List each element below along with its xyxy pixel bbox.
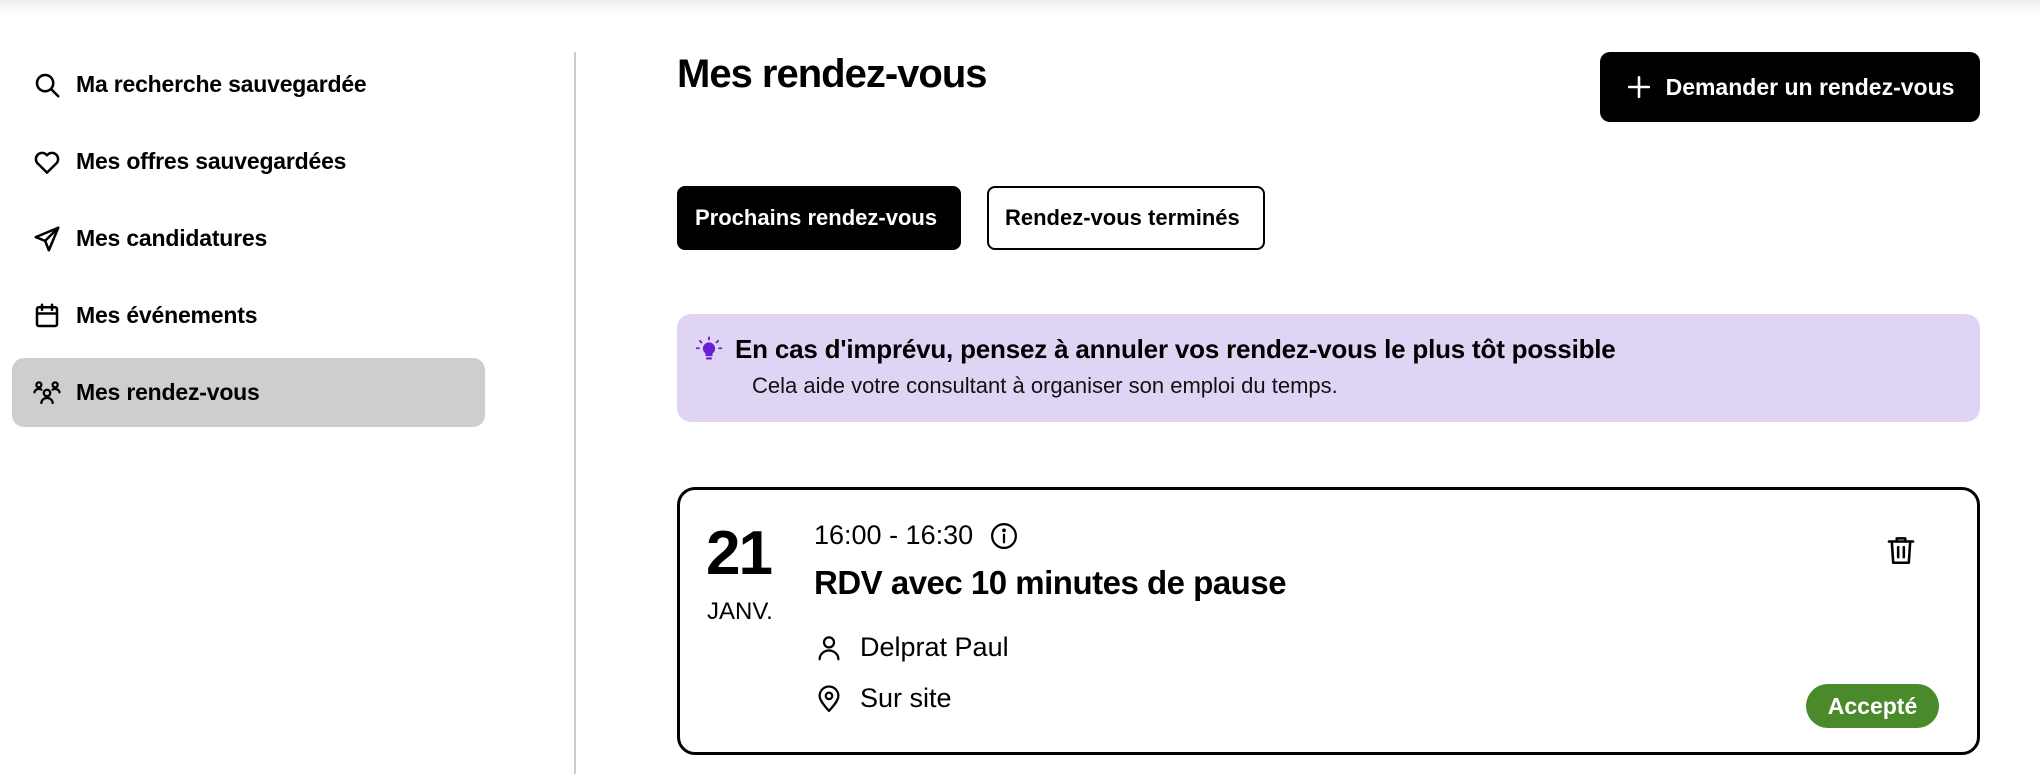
sidebar-item-label: Ma recherche sauvegardée (76, 71, 367, 97)
search-icon (32, 70, 62, 100)
calendar-icon (32, 301, 62, 331)
banner-text: Cela aide votre consultant à organiser s… (752, 373, 1338, 398)
info-icon[interactable] (989, 521, 1019, 551)
appointment-card[interactable]: 21 JANV. 16:00 - 16:30 RDV avec 10 minut… (677, 487, 1980, 755)
appointment-time-row: 16:00 - 16:30 (814, 520, 1019, 551)
sidebar-item-events[interactable]: Mes événements (12, 281, 485, 350)
sidebar: Ma recherche sauvegardée Mes offres sauv… (12, 50, 485, 435)
appointment-tabs: Prochains rendez-vous Rendez-vous termin… (677, 186, 1291, 250)
delete-appointment-button[interactable] (1881, 530, 1921, 570)
sidebar-item-saved-offers[interactable]: Mes offres sauvegardées (12, 127, 485, 196)
sidebar-item-applications[interactable]: Mes candidatures (12, 204, 485, 273)
appointment-month: JANV. (707, 598, 773, 625)
tab-completed[interactable]: Rendez-vous terminés (987, 186, 1265, 250)
sidebar-item-appointments[interactable]: Mes rendez-vous (12, 358, 485, 427)
status-badge: Accepté (1806, 684, 1939, 728)
sidebar-item-label: Mes événements (76, 302, 258, 328)
appointment-title: RDV avec 10 minutes de pause (814, 564, 1287, 601)
page-title: Mes rendez-vous (677, 52, 988, 96)
request-appointment-button[interactable]: Demander un rendez-vous (1600, 52, 1980, 122)
sidebar-item-label: Mes rendez-vous (76, 379, 260, 405)
heart-icon (32, 147, 62, 177)
banner-title: En cas d'imprévu, pensez à annuler vos r… (735, 334, 1616, 364)
people-icon (32, 378, 62, 408)
top-shadow (0, 0, 2040, 14)
sidebar-item-saved-search[interactable]: Ma recherche sauvegardée (12, 50, 485, 119)
sidebar-item-label: Mes offres sauvegardées (76, 148, 347, 174)
info-banner: En cas d'imprévu, pensez à annuler vos r… (677, 314, 1980, 422)
sidebar-item-label: Mes candidatures (76, 225, 268, 251)
appointment-day: 21 (706, 519, 773, 588)
appointment-person: Delprat Paul (860, 632, 1009, 662)
person-icon (814, 633, 844, 663)
appointment-location: Sur site (860, 683, 952, 713)
plus-icon (1626, 74, 1652, 100)
appointment-location-row: Sur site (814, 683, 952, 714)
tab-upcoming[interactable]: Prochains rendez-vous (677, 186, 961, 250)
sidebar-divider (574, 52, 576, 774)
appointment-time: 16:00 - 16:30 (814, 520, 974, 550)
appointment-person-row: Delprat Paul (814, 632, 1009, 663)
location-pin-icon (814, 684, 844, 714)
request-appointment-label: Demander un rendez-vous (1665, 73, 1955, 100)
page: Ma recherche sauvegardée Mes offres sauv… (0, 0, 2040, 774)
send-icon (32, 224, 62, 254)
lightbulb-icon (695, 335, 723, 364)
trash-icon (1887, 537, 1915, 565)
